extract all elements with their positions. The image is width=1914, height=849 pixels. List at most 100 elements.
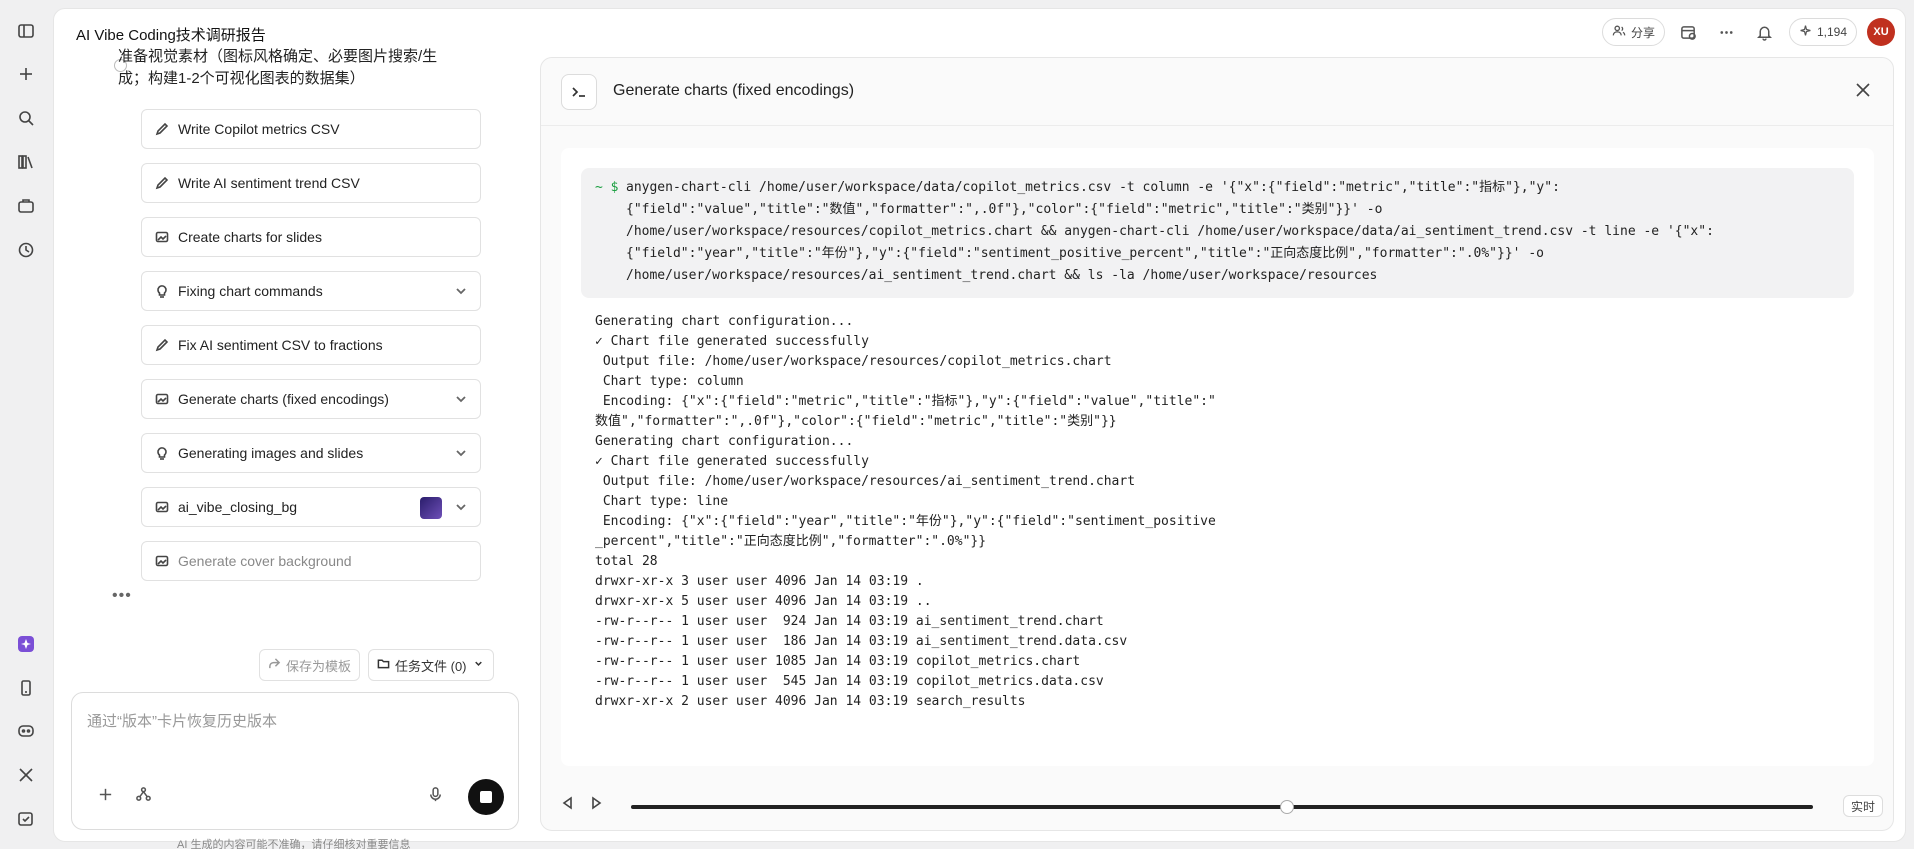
step-item[interactable]: Generate cover background (141, 541, 481, 581)
task-files-label: 任务文件 (0) (395, 658, 467, 674)
close-icon[interactable] (1853, 80, 1875, 102)
task-heading: 准备视觉素材（图标风格确定、必要图片搜索/生成；构建1-2个可视化图表的数据集） (118, 48, 438, 87)
icon-rail (0, 0, 53, 849)
chevron-down-icon[interactable] (454, 284, 468, 298)
integrations-icon[interactable] (132, 783, 154, 805)
app-window: AI Vibe Coding技术调研报告 分享 1,194 XU 准备视觉素材（… (53, 8, 1906, 849)
credits-button[interactable]: 1,194 (1788, 18, 1857, 46)
output-line: -rw-r--r-- 1 user user 186 Jan 14 03:19 … (595, 634, 1128, 649)
output-line: ✓ Chart file generated successfully (595, 454, 869, 469)
briefcase-icon[interactable] (13, 193, 39, 219)
panel-title: Generate charts (fixed encodings) (613, 82, 855, 99)
library-icon[interactable] (13, 149, 39, 175)
output-line: ✓ Chart file generated successfully (595, 334, 869, 349)
notification-bell-icon[interactable] (1751, 18, 1779, 46)
output-line: -rw-r--r-- 1 user user 1085 Jan 14 03:19… (595, 654, 1081, 669)
user-avatar[interactable]: XU (1867, 18, 1895, 46)
chevron-down-icon[interactable] (454, 446, 468, 460)
composer-placeholder[interactable]: 通过“版本”卡片恢复历史版本 (87, 710, 277, 731)
microphone-icon[interactable] (424, 783, 446, 805)
new-chat-icon[interactable] (13, 61, 39, 87)
save-template-button[interactable]: 保存为模板 (259, 649, 361, 681)
image-icon (154, 499, 170, 515)
terminal-panel: Generate charts (fixed encodings) ~ $ an… (540, 57, 1894, 831)
terminal-icon (561, 74, 597, 110)
calendar-sync-icon[interactable] (1675, 18, 1703, 46)
folder-icon (377, 657, 390, 673)
play-icon[interactable] (589, 796, 609, 816)
step-item[interactable]: Fix AI sentiment CSV to fractions (141, 325, 481, 365)
ai-disclaimer: AI 生成的内容可能不准确，请仔细核对重要信息 (177, 839, 411, 849)
terminal-output: ~ $ anygen-chart-cli /home/user/workspac… (561, 148, 1874, 766)
message-composer[interactable]: 通过“版本”卡片恢复历史版本 (71, 692, 519, 830)
live-button[interactable]: 实时 (1842, 795, 1883, 817)
share-arrow-icon (268, 657, 281, 673)
stop-icon (480, 791, 492, 803)
document-title[interactable]: AI Vibe Coding技术调研报告 (76, 24, 266, 45)
lightbulb-icon (154, 283, 170, 299)
chevron-down-icon[interactable] (454, 500, 468, 514)
step-label: Fixing chart commands (178, 283, 323, 299)
step-item[interactable]: Write Copilot metrics CSV (141, 109, 481, 149)
output-line: total 28 (595, 554, 658, 569)
users-icon (1612, 24, 1626, 41)
add-attachment-icon[interactable] (94, 783, 116, 805)
output-line: Encoding: {"x":{"field":"year","title":"… (595, 514, 1216, 529)
sidebar-toggle-icon[interactable] (13, 18, 39, 44)
image-icon (154, 553, 170, 569)
playback-bar: 实时 (541, 782, 1893, 832)
step-label: Generating images and slides (178, 445, 364, 461)
step-label: Generate charts (fixed encodings) (178, 391, 389, 407)
output-line: drwxr-xr-x 3 user user 4096 Jan 14 03:19… (595, 574, 924, 589)
output-line: 数值","formatter":",.0f"},"color":{"field"… (595, 414, 1117, 429)
chevron-down-icon[interactable] (454, 392, 468, 406)
chevron-down-icon (472, 657, 485, 673)
top-actions: 分享 1,194 XU (1601, 18, 1895, 46)
app-logo-icon[interactable] (13, 631, 39, 657)
feedback-icon[interactable] (13, 806, 39, 832)
stop-generation-button[interactable] (468, 779, 504, 815)
step-item[interactable]: Create charts for slides (141, 217, 481, 257)
step-item[interactable]: Generate charts (fixed encodings) (141, 379, 481, 419)
image-thumbnail[interactable] (420, 497, 442, 519)
share-button[interactable]: 分享 (1601, 18, 1665, 46)
x-twitter-icon[interactable] (13, 762, 39, 788)
output-line: Output file: /home/user/workspace/resour… (595, 354, 1112, 369)
step-label: Fix AI sentiment CSV to fractions (178, 337, 383, 353)
edit-icon (154, 175, 170, 191)
lightbulb-icon (154, 445, 170, 461)
more-options-icon[interactable] (1713, 18, 1741, 46)
typing-dots: ••• (112, 587, 132, 604)
output-line: Generating chart configuration... (595, 434, 854, 449)
shell-prompt: ~ $ (595, 180, 619, 195)
save-template-label: 保存为模板 (286, 658, 352, 674)
step-item[interactable]: Generating images and slides (141, 433, 481, 473)
share-label: 分享 (1630, 25, 1655, 40)
output-line: _percent","title":"正向态度比例","formatter":"… (595, 534, 987, 549)
chat-actions: 保存为模板 任务文件 (0) (259, 649, 494, 681)
step-list: Write Copilot metrics CSV Write AI senti… (141, 109, 481, 595)
image-icon (154, 391, 170, 407)
chat-column: 准备视觉素材（图标风格确定、必要图片搜索/生成；构建1-2个可视化图表的数据集）… (54, 48, 524, 849)
output-line: -rw-r--r-- 1 user user 924 Jan 14 03:19 … (595, 614, 1104, 629)
playback-slider[interactable] (631, 800, 1813, 814)
search-icon[interactable] (13, 105, 39, 131)
output-line: -rw-r--r-- 1 user user 545 Jan 14 03:19 … (595, 674, 1104, 689)
step-label: Generate cover background (178, 553, 352, 569)
task-files-button[interactable]: 任务文件 (0) (368, 649, 494, 681)
step-item[interactable]: Fixing chart commands (141, 271, 481, 311)
step-label: Write Copilot metrics CSV (178, 121, 340, 137)
discord-icon[interactable] (13, 718, 39, 744)
step-label: Write AI sentiment trend CSV (178, 175, 360, 191)
history-icon[interactable] (13, 237, 39, 263)
step-back-icon[interactable] (561, 796, 581, 816)
output-line: Chart type: column (595, 374, 744, 389)
step-item[interactable]: Write AI sentiment trend CSV (141, 163, 481, 203)
phone-icon[interactable] (13, 675, 39, 701)
image-icon (154, 229, 170, 245)
command-text: anygen-chart-cli /home/user/workspace/da… (626, 180, 1714, 283)
output-line: Chart type: line (595, 494, 729, 509)
playback-slider-handle[interactable] (1280, 800, 1294, 814)
step-item[interactable]: ai_vibe_closing_bg (141, 487, 481, 527)
panel-header: Generate charts (fixed encodings) (541, 58, 1893, 126)
